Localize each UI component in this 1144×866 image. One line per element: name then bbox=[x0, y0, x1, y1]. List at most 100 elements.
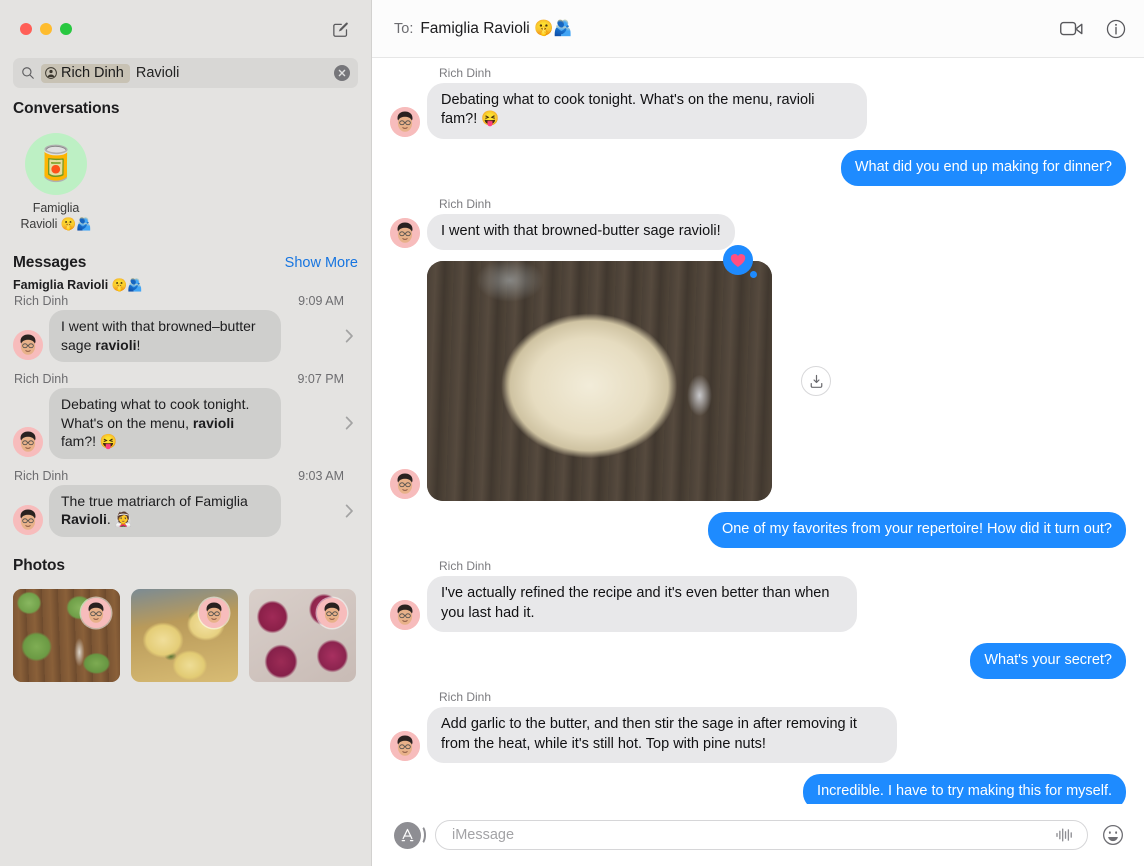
search-result-row[interactable]: Rich Dinh 9:03 AM The true matriarch of … bbox=[0, 469, 371, 537]
photo-thumbnail[interactable] bbox=[131, 588, 238, 682]
result-text-match: ravioli bbox=[95, 336, 137, 353]
audio-waveform-icon[interactable] bbox=[1055, 827, 1075, 843]
minimize-button[interactable] bbox=[40, 23, 52, 35]
avatar bbox=[13, 426, 43, 457]
sidebar-titlebar bbox=[0, 0, 371, 58]
message-row-outgoing: One of my favorites from your repertoire… bbox=[390, 512, 1135, 549]
search-result-bubble: I went with that browned–butter sage rav… bbox=[49, 310, 281, 363]
search-result-line[interactable]: Debating what to cook tonight. What's on… bbox=[13, 388, 358, 459]
search-token-contact[interactable]: Rich Dinh bbox=[41, 63, 130, 83]
incoming-block: Rich Dinh Add garlic to the butter, and … bbox=[390, 690, 897, 763]
search-result-row[interactable]: Rich Dinh 9:09 AM I went with that brown… bbox=[0, 294, 371, 363]
download-icon[interactable] bbox=[801, 366, 831, 397]
message-row-outgoing: Incredible. I have to try making this fo… bbox=[390, 773, 1134, 804]
contact-icon bbox=[45, 66, 57, 79]
chevron-right-icon[interactable] bbox=[345, 504, 358, 518]
emoji-smiley-icon[interactable] bbox=[1102, 824, 1124, 846]
photo-attachment[interactable] bbox=[427, 261, 772, 502]
info-icon[interactable] bbox=[1106, 19, 1126, 39]
app-store-icon[interactable] bbox=[394, 821, 421, 849]
photo-sender-avatar bbox=[81, 597, 111, 628]
photo-sender-avatar bbox=[317, 597, 347, 628]
result-text-before: The true matriarch of Famiglia bbox=[61, 492, 248, 509]
incoming-block: Rich Dinh Debating what to cook tonight.… bbox=[390, 66, 867, 139]
zoom-button[interactable] bbox=[60, 23, 72, 35]
conversation-name-line2: Ravioli 🤫🫂 bbox=[20, 216, 92, 231]
search-result-time: 9:03 AM bbox=[298, 468, 344, 483]
heart-icon bbox=[730, 253, 746, 267]
message-thread: Rich Dinh Debating what to cook tonight.… bbox=[372, 58, 1144, 804]
message-row-photo bbox=[390, 245, 1126, 502]
search-token-label: Rich Dinh bbox=[61, 64, 124, 81]
imessage-input[interactable]: iMessage bbox=[435, 820, 1088, 850]
message-bubble: One of my favorites from your repertoire… bbox=[707, 512, 1135, 549]
avatar bbox=[390, 469, 420, 500]
message-bubble: What's your secret? bbox=[970, 642, 1134, 680]
incoming-block: Rich Dinh I've actually refined the reci… bbox=[390, 559, 857, 632]
memoji-rich-dinh bbox=[390, 106, 420, 137]
conversations-row: 🥫 Famiglia Ravioli 🤫🫂 bbox=[0, 124, 371, 232]
chevron-right-icon[interactable] bbox=[345, 416, 358, 430]
show-more-button[interactable]: Show More bbox=[285, 255, 358, 271]
search-result-line[interactable]: The true matriarch of Famiglia Ravioli. … bbox=[13, 484, 358, 537]
avatar bbox=[390, 730, 420, 761]
message-row-outgoing: What did you end up making for dinner? bbox=[390, 149, 1135, 187]
video-camera-icon[interactable] bbox=[1060, 20, 1084, 37]
conversation-avatar: 🥫 bbox=[25, 133, 87, 195]
result-text-after: ! bbox=[136, 336, 141, 353]
result-text-match: ravioli bbox=[192, 414, 235, 431]
compose-icon[interactable] bbox=[327, 16, 353, 42]
avatar bbox=[390, 599, 420, 630]
chat-header: To: Famiglia Ravioli 🤫🫂 bbox=[372, 0, 1144, 58]
search-result-row[interactable]: Rich Dinh 9:07 PM Debating what to cook … bbox=[0, 372, 371, 459]
composer-bar: iMessage bbox=[372, 804, 1144, 866]
photos-title: Photos bbox=[13, 556, 65, 574]
close-button[interactable] bbox=[20, 23, 32, 35]
chevron-right-icon[interactable] bbox=[345, 329, 358, 343]
incoming-column: Rich Dinh I've actually refined the reci… bbox=[419, 559, 857, 632]
heart-reaction-badge[interactable] bbox=[723, 245, 757, 279]
sender-label: Rich Dinh bbox=[439, 559, 492, 574]
message-bubble: Debating what to cook tonight. What's on… bbox=[419, 83, 867, 139]
incoming-column: Rich Dinh I went with that browned-butte… bbox=[419, 197, 735, 251]
photo-image-ravioli-plate bbox=[427, 261, 772, 502]
conversations-section-header: Conversations bbox=[0, 100, 371, 118]
chat-pane: To: Famiglia Ravioli 🤫🫂 Rich Dinh Debati… bbox=[372, 0, 1144, 866]
incoming-column: Rich Dinh Debating what to cook tonight.… bbox=[419, 66, 867, 139]
search-result-time: 9:07 PM bbox=[297, 372, 344, 387]
sender-label: Rich Dinh bbox=[439, 690, 492, 705]
sidebar-content: Conversations 🥫 Famiglia Ravioli 🤫🫂 Mess… bbox=[0, 88, 371, 866]
search-result-sender: Rich Dinh bbox=[14, 372, 69, 387]
search-result-line[interactable]: I went with that browned–butter sage rav… bbox=[13, 310, 358, 363]
message-bubble: I've actually refined the recipe and it'… bbox=[419, 576, 857, 632]
photos-section-header: Photos bbox=[0, 557, 371, 575]
result-text-after: . 👰 bbox=[106, 511, 133, 528]
memoji-rich-dinh bbox=[390, 469, 420, 500]
messages-window: Rich Dinh Ravioli Conversations 🥫 Famigl… bbox=[0, 0, 1144, 866]
message-bubble: Add garlic to the butter, and then stir … bbox=[419, 707, 897, 763]
imessage-placeholder: iMessage bbox=[452, 827, 515, 843]
conversation-result-famiglia-ravioli[interactable]: 🥫 Famiglia Ravioli 🤫🫂 bbox=[13, 133, 99, 232]
photo-thumbnail[interactable] bbox=[13, 588, 120, 682]
result-text-after: fam?! 😝 bbox=[61, 433, 118, 450]
avatar bbox=[13, 504, 43, 535]
incoming-block: Rich Dinh I went with that browned-butte… bbox=[390, 197, 735, 251]
photos-row bbox=[0, 581, 371, 682]
memoji-rich-dinh bbox=[81, 597, 111, 628]
search-result-meta: Rich Dinh 9:09 AM bbox=[13, 294, 358, 308]
memoji-rich-dinh bbox=[390, 218, 420, 249]
conversations-title: Conversations bbox=[13, 100, 120, 117]
search-icon bbox=[21, 66, 35, 80]
messages-title: Messages bbox=[13, 254, 87, 272]
search-result-meta: Rich Dinh 9:07 PM bbox=[13, 372, 358, 386]
memoji-rich-dinh bbox=[13, 426, 43, 457]
search-input[interactable]: Rich Dinh Ravioli bbox=[13, 58, 358, 88]
recipient-name[interactable]: Famiglia Ravioli 🤫🫂 bbox=[420, 19, 572, 38]
clear-icon[interactable] bbox=[334, 65, 350, 81]
memoji-rich-dinh bbox=[390, 599, 420, 630]
search-result-time: 9:09 AM bbox=[298, 294, 344, 309]
message-bubble: I went with that browned-butter sage rav… bbox=[419, 213, 735, 251]
photo-thumbnail[interactable] bbox=[249, 588, 356, 682]
message-row-incoming: Rich Dinh Debating what to cook tonight.… bbox=[390, 66, 1126, 139]
avatar bbox=[390, 218, 420, 249]
